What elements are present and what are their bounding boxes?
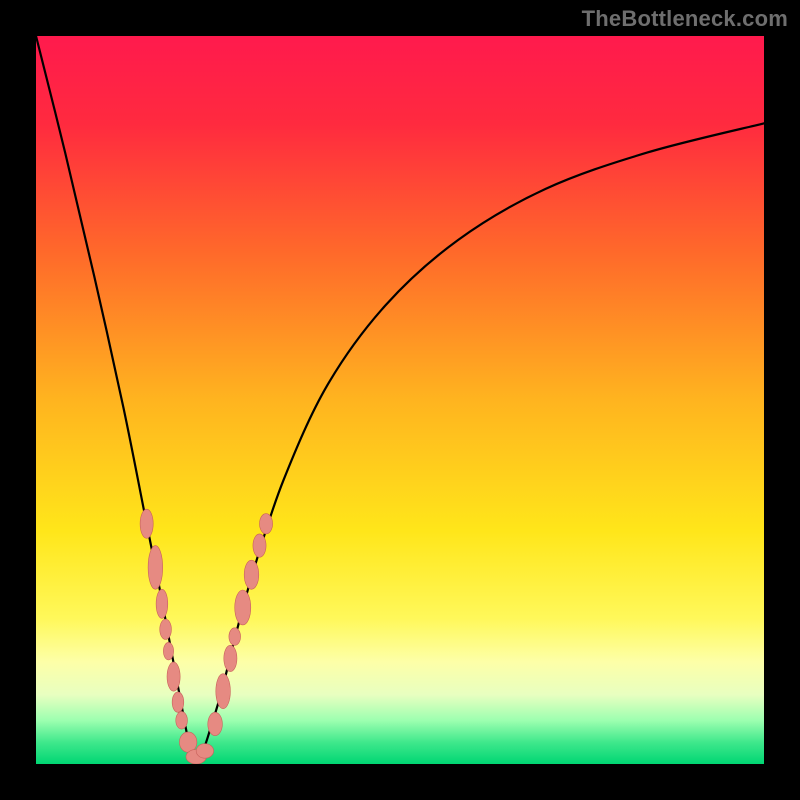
marker-point [163,642,173,659]
watermark-text: TheBottleneck.com [582,6,788,32]
curve-layer [36,36,764,764]
marker-point [156,589,168,618]
marker-point [196,744,213,759]
marker-point [208,712,223,735]
marker-point [235,590,251,625]
marker-point [176,712,188,729]
marker-point [253,534,266,557]
bottleneck-curve [36,36,764,761]
marker-point [167,662,180,691]
marker-point [224,645,237,671]
marker-point [216,674,231,709]
highlight-markers [140,509,272,764]
marker-point [148,546,163,590]
plot-area [36,36,764,764]
marker-point [160,619,172,639]
marker-point [244,560,259,589]
marker-point [260,514,273,534]
chart-frame: TheBottleneck.com [0,0,800,800]
marker-point [140,509,153,538]
marker-point [229,628,241,645]
marker-point [172,692,184,712]
